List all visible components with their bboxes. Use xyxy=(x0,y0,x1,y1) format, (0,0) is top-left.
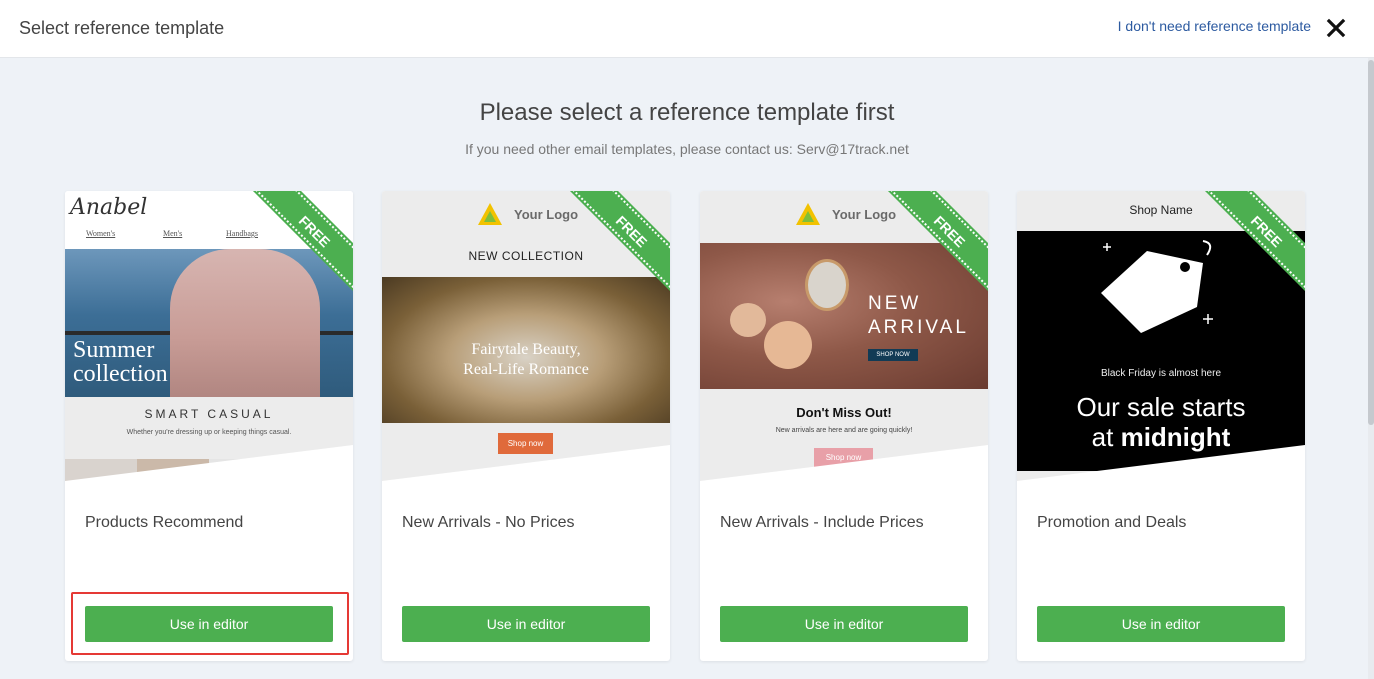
page-subheading: If you need other email templates, pleas… xyxy=(465,141,909,157)
nav-link-handbags: Handbags xyxy=(226,229,258,238)
section-subtitle: New arrivals are here and are going quic… xyxy=(775,427,913,434)
use-in-editor-button[interactable]: Use in editor xyxy=(85,606,333,642)
pendant-image xyxy=(764,321,812,369)
use-in-editor-button[interactable]: Use in editor xyxy=(402,606,650,642)
nav-link-women: Women's xyxy=(86,229,116,238)
logo-text: Your Logo xyxy=(832,207,897,222)
tagline: SMART CASUAL xyxy=(144,407,274,421)
hero-caption-line1: Fairytale Beauty, xyxy=(471,341,581,358)
hero-caption-line1: Summer xyxy=(73,337,155,363)
template-card-products-recommend[interactable]: Anabel Women's Men's Handbags Summer col… xyxy=(65,191,353,661)
brand-logo: Anabel xyxy=(70,195,148,220)
dress-model-image xyxy=(170,249,320,397)
close-icon[interactable] xyxy=(1322,14,1350,42)
tagline-description: Whether you're dressing up or keeping th… xyxy=(126,429,292,436)
template-preview[interactable]: Your Logo NEW COLLECTION Fairytale Beaut… xyxy=(382,191,670,491)
template-name: Promotion and Deals xyxy=(1037,514,1187,531)
template-preview[interactable]: Shop Name Black Friday is almost here Ou… xyxy=(1017,191,1305,491)
template-preview[interactable]: Your Logo NEW ARRIVAL SHOP NOW Don't Mis… xyxy=(700,191,988,491)
promo-headline-line1: Our sale starts xyxy=(1076,392,1246,422)
use-in-editor-button[interactable]: Use in editor xyxy=(720,606,968,642)
template-preview[interactable]: Anabel Women's Men's Handbags Summer col… xyxy=(65,191,353,491)
hero-caption-line2: Real-Life Romance xyxy=(463,361,589,378)
pendant-image xyxy=(730,303,766,337)
hero-headline-line1: NEW xyxy=(868,293,922,314)
hero-shop-now-button: SHOP NOW xyxy=(868,349,918,361)
template-name: New Arrivals - Include Prices xyxy=(720,514,924,531)
use-in-editor-button[interactable]: Use in editor xyxy=(1037,606,1285,642)
nav-link-men: Men's xyxy=(163,229,183,238)
page-heading: Please select a reference template first xyxy=(479,99,895,126)
pendant-image xyxy=(805,259,849,311)
hero-headline-line2: ARRIVAL xyxy=(868,317,969,338)
template-card-promotion-and-deals[interactable]: Shop Name Black Friday is almost here Ou… xyxy=(1017,191,1305,661)
dialog-title: Select reference template xyxy=(19,18,225,38)
logo-icon xyxy=(478,203,502,225)
logo-text: Your Logo xyxy=(514,207,579,222)
price-tag-icon xyxy=(1101,240,1213,333)
hero-caption-line2: collection xyxy=(73,361,168,387)
dialog-header: Select reference template I don't need r… xyxy=(0,0,1374,58)
template-card-new-arrivals-no-prices[interactable]: Your Logo NEW COLLECTION Fairytale Beaut… xyxy=(382,191,670,661)
banner-title: NEW COLLECTION xyxy=(468,249,584,263)
skip-template-link[interactable]: I don't need reference template xyxy=(1118,18,1311,34)
template-card-new-arrivals-include-prices[interactable]: Your Logo NEW ARRIVAL SHOP NOW Don't Mis… xyxy=(700,191,988,661)
template-name: Products Recommend xyxy=(85,514,244,531)
logo-icon xyxy=(796,203,820,225)
section-title: Don't Miss Out! xyxy=(796,405,892,420)
promo-eyebrow: Black Friday is almost here xyxy=(1100,368,1222,379)
template-name: New Arrivals - No Prices xyxy=(402,514,575,531)
